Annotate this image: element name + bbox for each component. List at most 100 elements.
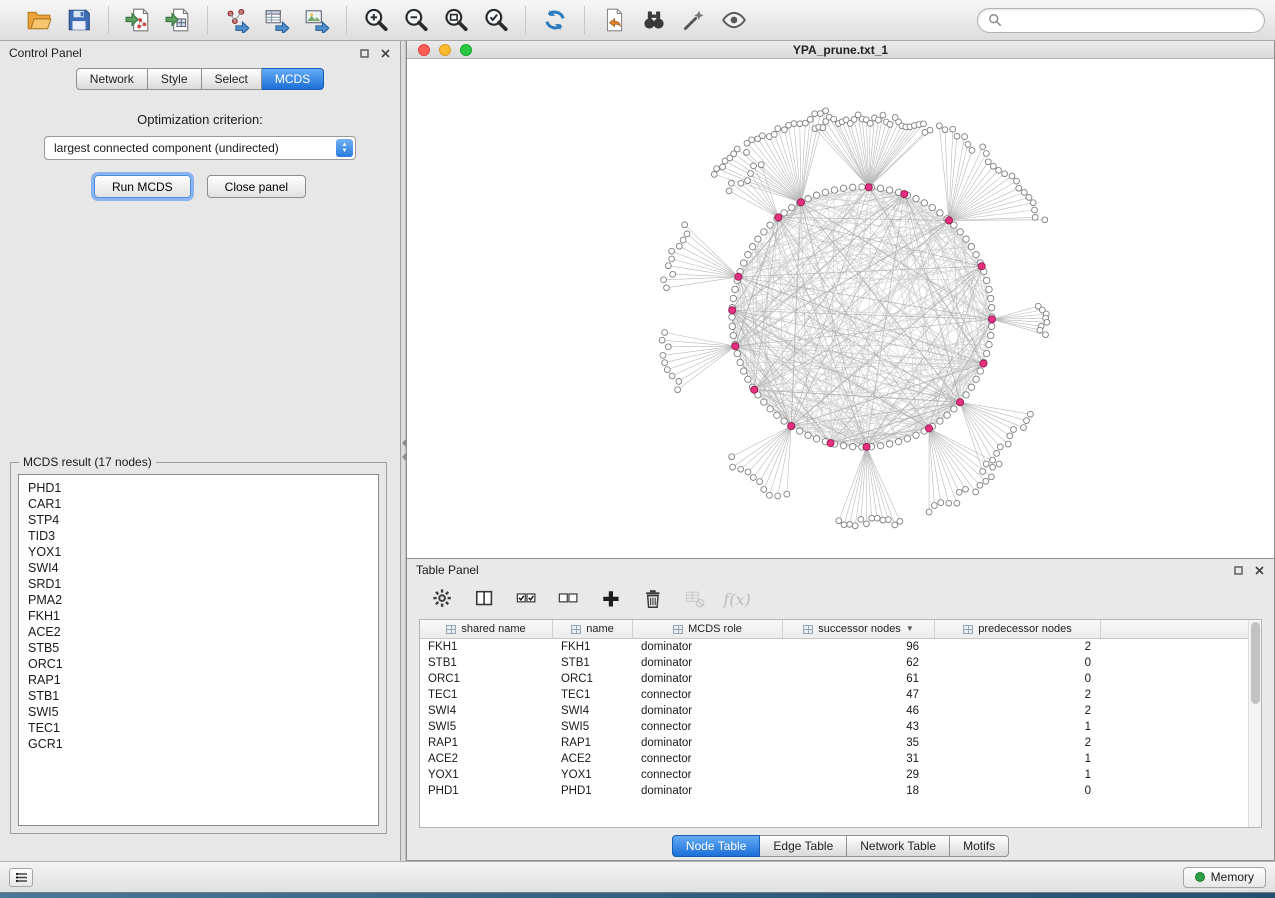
close-control-panel-button[interactable] xyxy=(379,47,391,59)
mcds-result-item[interactable]: TID3 xyxy=(19,528,378,544)
panel-splitter[interactable] xyxy=(401,41,406,861)
add-column-button[interactable] xyxy=(597,585,625,613)
tab-motifs[interactable]: Motifs xyxy=(950,835,1009,857)
mcds-result-item[interactable]: PHD1 xyxy=(19,480,378,496)
column-header-successor-nodes[interactable]: successor nodes▼ xyxy=(783,620,935,638)
table-row[interactable]: RAP1RAP1dominator352 xyxy=(420,735,1248,751)
export-image-button[interactable] xyxy=(301,4,333,36)
mcds-result-item[interactable]: STB1 xyxy=(19,688,378,704)
zoom-out-button[interactable] xyxy=(400,4,432,36)
float-table-panel-button[interactable] xyxy=(1232,564,1244,576)
table-settings-button[interactable] xyxy=(429,585,457,613)
show-hide-button[interactable] xyxy=(718,4,750,36)
close-mcds-panel-button[interactable]: Close panel xyxy=(207,175,306,198)
table-cell: connector xyxy=(633,721,783,733)
table-cell: YOX1 xyxy=(420,769,553,781)
table-cell: 2 xyxy=(935,705,1101,717)
table-row[interactable]: ACE2ACE2connector311 xyxy=(420,751,1248,767)
save-session-button[interactable] xyxy=(63,4,95,36)
table-row[interactable]: TEC1TEC1connector472 xyxy=(420,687,1248,703)
optimization-criterion-select[interactable]: largest connected component (undirected)… xyxy=(44,136,356,160)
mcds-result-group: MCDS result (17 nodes) PHD1CAR1STP4TID3Y… xyxy=(10,462,387,834)
table-row[interactable]: PHD1PHD1dominator180 xyxy=(420,783,1248,799)
refresh-view-button[interactable] xyxy=(539,4,571,36)
table-row[interactable]: SWI5SWI5connector431 xyxy=(420,719,1248,735)
window-maximize-button[interactable] xyxy=(460,44,472,56)
zoom-selected-button[interactable] xyxy=(480,4,512,36)
table-cell: 62 xyxy=(783,657,935,669)
mcds-result-item[interactable]: SRD1 xyxy=(19,576,378,592)
mcds-result-title: MCDS result (17 nodes) xyxy=(19,455,156,469)
column-header-shared-name[interactable]: shared name xyxy=(420,620,553,638)
tab-select[interactable]: Select xyxy=(202,68,262,90)
table-panel: Table Panel f(x) shared name name MCDS r… xyxy=(406,559,1275,861)
window-close-button[interactable] xyxy=(418,44,430,56)
mcds-result-item[interactable]: RAP1 xyxy=(19,672,378,688)
delete-table-button xyxy=(681,585,709,613)
mcds-result-item[interactable]: CAR1 xyxy=(19,496,378,512)
delete-column-button[interactable] xyxy=(639,585,667,613)
table-toolbar: f(x) xyxy=(407,581,1274,617)
tab-edge-table[interactable]: Edge Table xyxy=(760,835,847,857)
annotation-wand-button[interactable] xyxy=(678,4,710,36)
copy-network-button[interactable] xyxy=(598,4,630,36)
import-network-from-file-button[interactable] xyxy=(122,4,154,36)
checkboxes-checked-icon xyxy=(516,588,538,610)
export-network-button[interactable] xyxy=(221,4,253,36)
column-header-mcds-role[interactable]: MCDS role xyxy=(633,620,783,638)
search-objects-button[interactable] xyxy=(638,4,670,36)
zoom-selected-icon xyxy=(483,7,509,33)
mcds-result-item[interactable]: ORC1 xyxy=(19,656,378,672)
table-cell: ACE2 xyxy=(420,753,553,765)
right-column: YPA_prune.txt_1 Table Panel f(x) xyxy=(406,41,1275,861)
mcds-result-item[interactable]: TEC1 xyxy=(19,720,378,736)
mcds-result-item[interactable]: YOX1 xyxy=(19,544,378,560)
mcds-result-item[interactable]: SWI5 xyxy=(19,704,378,720)
mcds-result-item[interactable]: STP4 xyxy=(19,512,378,528)
mcds-result-list[interactable]: PHD1CAR1STP4TID3YOX1SWI4SRD1PMA2FKH1ACE2… xyxy=(18,474,379,826)
scrollbar-thumb[interactable] xyxy=(1251,622,1260,704)
mcds-result-item[interactable]: STB5 xyxy=(19,640,378,656)
open-file-button[interactable] xyxy=(23,4,55,36)
run-mcds-button[interactable]: Run MCDS xyxy=(94,175,191,198)
network-title: YPA_prune.txt_1 xyxy=(793,43,888,57)
mcds-result-item[interactable]: PMA2 xyxy=(19,592,378,608)
table-cell: FKH1 xyxy=(553,641,633,653)
window-minimize-button[interactable] xyxy=(439,44,451,56)
tab-style[interactable]: Style xyxy=(148,68,202,90)
table-row[interactable]: SWI4SWI4dominator462 xyxy=(420,703,1248,719)
search-box[interactable] xyxy=(977,8,1265,33)
column-type-icon xyxy=(673,625,683,634)
mcds-result-item[interactable]: FKH1 xyxy=(19,608,378,624)
mcds-result-item[interactable]: GCR1 xyxy=(19,736,378,752)
table-row[interactable]: STB1STB1dominator620 xyxy=(420,655,1248,671)
column-visibility-button[interactable] xyxy=(471,585,499,613)
tab-network[interactable]: Network xyxy=(76,68,148,90)
column-header-predecessor-nodes[interactable]: predecessor nodes xyxy=(935,620,1101,638)
tab-mcds[interactable]: MCDS xyxy=(262,68,324,90)
zoom-fit-content-button[interactable] xyxy=(440,4,472,36)
node-table: shared name name MCDS role successor nod… xyxy=(419,619,1262,828)
mcds-result-item[interactable]: SWI4 xyxy=(19,560,378,576)
zoom-in-button[interactable] xyxy=(360,4,392,36)
close-table-panel-button[interactable] xyxy=(1253,564,1265,576)
memory-button[interactable]: Memory xyxy=(1183,867,1266,888)
table-row[interactable]: ORC1ORC1dominator610 xyxy=(420,671,1248,687)
select-all-rows-button[interactable] xyxy=(513,585,541,613)
import-table-from-file-button[interactable] xyxy=(162,4,194,36)
table-row[interactable]: YOX1YOX1connector291 xyxy=(420,767,1248,783)
column-header-name[interactable]: name xyxy=(553,620,633,638)
table-cell: 0 xyxy=(935,673,1101,685)
search-input[interactable] xyxy=(1008,13,1254,27)
table-row[interactable]: FKH1FKH1dominator962 xyxy=(420,639,1248,655)
splitter-collapse-icon[interactable] xyxy=(401,439,406,461)
float-control-panel-button[interactable] xyxy=(358,47,370,59)
tab-node-table[interactable]: Node Table xyxy=(672,835,761,857)
export-table-button[interactable] xyxy=(261,4,293,36)
panel-menu-button[interactable] xyxy=(9,868,33,887)
tab-network-table[interactable]: Network Table xyxy=(847,835,950,857)
mcds-result-item[interactable]: ACE2 xyxy=(19,624,378,640)
network-canvas[interactable] xyxy=(407,59,1274,558)
table-scrollbar[interactable] xyxy=(1248,620,1261,827)
deselect-all-rows-button[interactable] xyxy=(555,585,583,613)
